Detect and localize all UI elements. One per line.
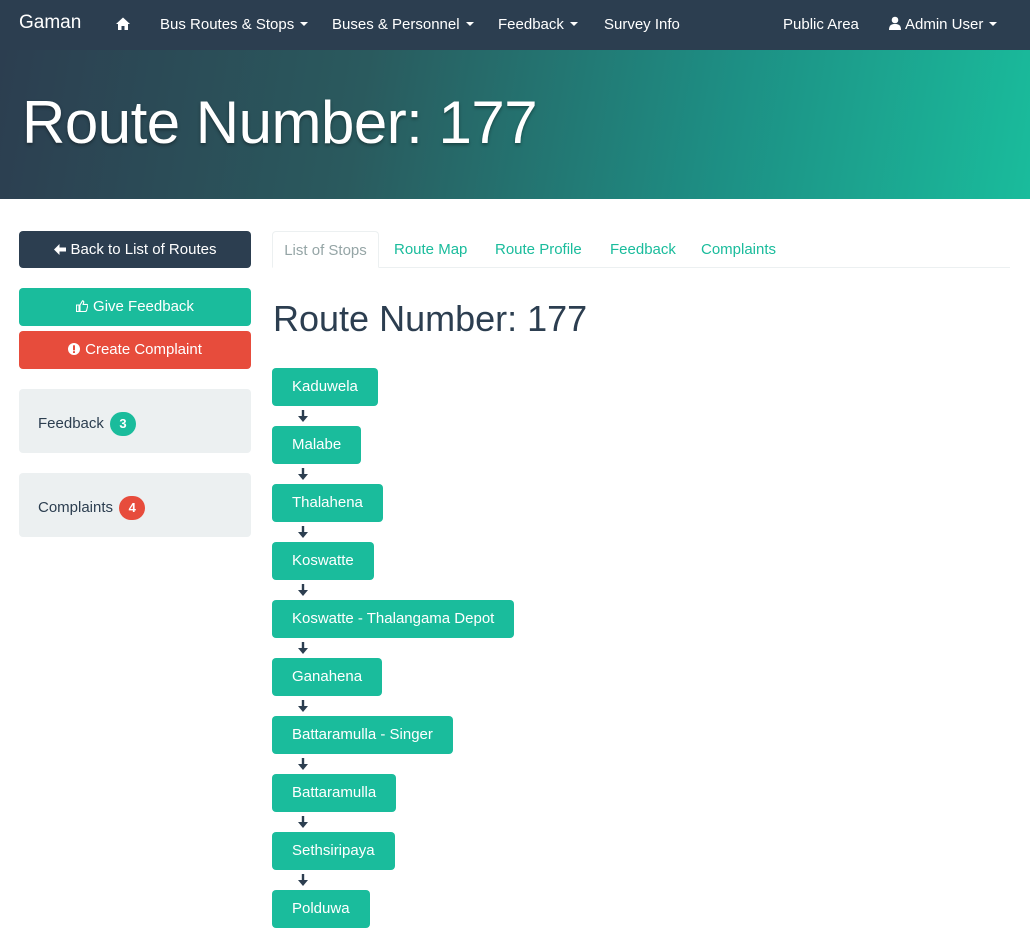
tab-list-of-stops[interactable]: List of Stops — [272, 231, 379, 268]
stop-item: Malabe — [272, 426, 972, 484]
nav-bus-routes-stops[interactable]: Bus Routes & Stops — [160, 16, 309, 34]
banner-title: Route Number: 177 — [22, 89, 538, 156]
tab-complaints[interactable]: Complaints — [701, 231, 776, 268]
stop-item: Koswatte - Thalangama Depot — [272, 600, 972, 658]
arrow-down-icon — [293, 464, 313, 484]
thumbs-up-icon — [75, 300, 89, 313]
stop-button[interactable]: Kaduwela — [272, 368, 378, 406]
give-feedback-label: Give Feedback — [93, 298, 194, 315]
home-icon[interactable] — [115, 16, 131, 32]
create-complaint-label: Create Complaint — [85, 341, 202, 358]
arrow-left-icon — [53, 244, 66, 255]
back-button-label: Back to List of Routes — [70, 241, 217, 258]
stop-item: Ganahena — [272, 658, 972, 716]
stop-button[interactable]: Malabe — [272, 426, 362, 464]
feedback-summary-label: Feedback — [38, 415, 104, 432]
stop-button[interactable]: Battaramulla - Singer — [272, 716, 453, 754]
stop-item: Sethsiripaya — [272, 832, 972, 890]
stop-button[interactable]: Koswatte - Thalangama Depot — [272, 600, 515, 638]
feedback-count-badge: 3 — [110, 412, 137, 436]
stop-button[interactable]: Ganahena — [272, 658, 383, 696]
complaints-summary-label: Complaints — [38, 499, 114, 516]
nav-public-area[interactable]: Public Area — [783, 16, 859, 34]
arrow-down-icon — [293, 754, 313, 774]
content-title: Route Number: 177 — [273, 298, 588, 339]
back-to-routes-button[interactable]: Back to List of Routes — [19, 231, 251, 268]
user-icon — [889, 16, 901, 30]
feedback-summary: Feedback 3 — [38, 412, 137, 436]
nav-survey-info[interactable]: Survey Info — [604, 16, 680, 34]
stop-item: Battaramulla - Singer — [272, 716, 972, 774]
stop-item: Koswatte — [272, 542, 972, 600]
complaints-count-badge: 4 — [119, 496, 146, 520]
stop-item: Battaramulla — [272, 774, 972, 832]
chevron-down-icon — [465, 22, 474, 27]
stop-button[interactable]: Koswatte — [272, 542, 374, 580]
chevron-down-icon — [300, 22, 309, 27]
stop-item: Thalahena — [272, 484, 972, 542]
stop-item: Kaduwela — [272, 368, 972, 426]
chevron-down-icon — [989, 22, 998, 27]
tab-feedback[interactable]: Feedback — [610, 231, 676, 268]
arrow-down-icon — [293, 638, 313, 658]
stop-button[interactable]: Battaramulla — [272, 774, 397, 812]
give-feedback-button[interactable]: Give Feedback — [19, 288, 251, 326]
stops-list: Kaduwela Malabe Thalahena Koswatte Koswatte … — [272, 368, 972, 928]
nav-buses-personnel[interactable]: Buses & Personnel — [332, 16, 474, 34]
create-complaint-button[interactable]: Create Complaint — [19, 331, 251, 369]
complaints-summary: Complaints 4 — [38, 496, 146, 520]
stop-button[interactable]: Thalahena — [272, 484, 383, 522]
arrow-down-icon — [293, 812, 313, 832]
navbar: Gaman Bus Routes & Stops Buses & Personn… — [0, 0, 1030, 50]
stop-button[interactable]: Sethsiripaya — [272, 832, 395, 870]
complaints-summary-well[interactable]: Complaints 4 — [19, 473, 251, 537]
stop-item: Polduwa — [272, 890, 972, 928]
arrow-down-icon — [293, 696, 313, 716]
feedback-summary-well[interactable]: Feedback 3 — [19, 389, 251, 453]
tab-route-map[interactable]: Route Map — [394, 231, 467, 268]
tab-route-profile[interactable]: Route Profile — [495, 231, 582, 268]
page-banner: Route Number: 177 — [0, 50, 1030, 199]
stop-button[interactable]: Polduwa — [272, 890, 370, 928]
chevron-down-icon — [569, 22, 578, 27]
arrow-down-icon — [293, 580, 313, 600]
nav-user-menu[interactable]: Admin User — [889, 16, 998, 34]
arrow-down-icon — [293, 522, 313, 542]
exclamation-circle-icon — [68, 343, 81, 355]
nav-feedback[interactable]: Feedback — [498, 16, 578, 34]
arrow-down-icon — [293, 406, 313, 426]
arrow-down-icon — [293, 870, 313, 890]
brand-link[interactable]: Gaman — [19, 12, 81, 34]
